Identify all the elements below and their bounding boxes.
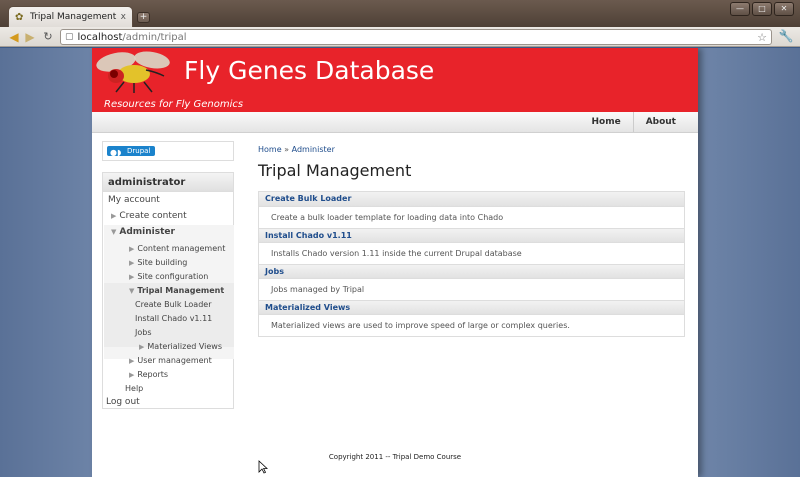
primary-nav: Home About: [92, 112, 698, 133]
page-footer: Copyright 2011 -- Tripal Demo Course: [328, 453, 462, 461]
menu-user-management[interactable]: ▶ User management: [129, 356, 212, 365]
nav-home[interactable]: Home: [579, 112, 632, 132]
menu-my-account[interactable]: My account: [108, 195, 160, 205]
expand-arrow-icon: ▶: [129, 371, 135, 379]
window-controls: — □ ✕: [730, 2, 794, 16]
menu-jobs[interactable]: Jobs: [135, 328, 152, 337]
menu-administer[interactable]: ▼ Administer: [111, 227, 175, 237]
nav-about[interactable]: About: [632, 112, 688, 132]
admin-item-description: Materialized views are used to improve s…: [271, 321, 570, 330]
new-tab-button[interactable]: +: [137, 12, 150, 23]
admin-item-jobs[interactable]: Jobs: [259, 264, 684, 279]
site-slogan: Resources for Fly Genomics: [104, 99, 244, 110]
menu-log-out[interactable]: Log out: [106, 397, 140, 407]
expand-arrow-icon: ▶: [129, 357, 135, 365]
site-name[interactable]: Fly Genes Database: [184, 56, 434, 85]
bookmark-star-icon[interactable]: ☆: [757, 31, 771, 44]
address-bar[interactable]: ▢ localhost/admin/tripal ☆: [60, 29, 772, 45]
admin-item-install-chado[interactable]: Install Chado v1.11: [259, 228, 684, 243]
breadcrumb: Home » Administer: [258, 145, 335, 154]
admin-item-description: Create a bulk loader template for loadin…: [271, 213, 504, 222]
powered-by-block: ●◗ Drupal: [102, 141, 234, 161]
close-window-icon[interactable]: ✕: [774, 2, 794, 16]
admin-item-description: Jobs managed by Tripal: [271, 285, 365, 294]
back-icon[interactable]: ◀: [6, 29, 22, 45]
maximize-icon[interactable]: □: [752, 2, 772, 16]
site-header: Fly Genes Database Resources for Fly Gen…: [92, 48, 698, 112]
menu-install-chado[interactable]: Install Chado v1.11: [135, 314, 212, 323]
minimize-icon[interactable]: —: [730, 2, 750, 16]
browser-viewport: Fly Genes Database Resources for Fly Gen…: [0, 48, 800, 477]
wrench-menu-icon[interactable]: 🔧: [777, 29, 795, 45]
page-title: Tripal Management: [258, 161, 412, 180]
expand-arrow-icon: ▶: [139, 343, 145, 351]
breadcrumb-administer[interactable]: Administer: [292, 145, 335, 154]
menu-site-building[interactable]: ▶ Site building: [129, 258, 187, 267]
menu-help[interactable]: Help: [125, 384, 143, 393]
drupal-drop-icon: ●◗: [110, 148, 122, 157]
url-text: localhost/admin/tripal: [77, 31, 187, 43]
admin-item-materialized-views[interactable]: Materialized Views: [259, 300, 684, 315]
expand-arrow-icon: ▶: [129, 245, 135, 253]
collapse-arrow-icon: ▼: [129, 287, 135, 295]
menu-reports[interactable]: ▶ Reports: [129, 370, 168, 379]
forward-icon[interactable]: ▶: [22, 29, 38, 45]
menu-tripal-management[interactable]: ▼ Tripal Management: [129, 286, 224, 295]
admin-item-list: Create Bulk Loader Create a bulk loader …: [258, 191, 685, 337]
breadcrumb-separator: »: [284, 145, 290, 154]
tab-close-icon[interactable]: x: [121, 12, 126, 22]
menu-site-configuration[interactable]: ▶ Site configuration: [129, 272, 208, 281]
tab-title: Tripal Management | ...: [30, 12, 117, 22]
collapse-arrow-icon: ▼: [111, 228, 117, 236]
menu-create-content[interactable]: ▶ Create content: [111, 211, 187, 221]
admin-item-create-bulk-loader[interactable]: Create Bulk Loader: [259, 192, 684, 207]
user-menu-heading: administrator: [103, 173, 233, 192]
mouse-cursor-icon: [258, 460, 268, 474]
menu-content-management[interactable]: ▶ Content management: [129, 244, 225, 253]
favicon-icon: ✿: [15, 11, 24, 23]
browser-titlebar: ✿ Tripal Management | ... x + — □ ✕: [0, 0, 800, 27]
menu-create-bulk-loader[interactable]: Create Bulk Loader: [135, 300, 211, 309]
fly-logo-icon[interactable]: [94, 50, 176, 94]
reload-icon[interactable]: ↻: [40, 29, 56, 45]
page-container: Fly Genes Database Resources for Fly Gen…: [92, 48, 698, 477]
page-icon: ▢: [65, 32, 74, 42]
browser-toolbar: ◀ ▶ ↻ ▢ localhost/admin/tripal ☆ 🔧: [0, 27, 800, 47]
expand-arrow-icon: ▶: [111, 212, 117, 220]
drupal-badge[interactable]: ●◗ Drupal: [107, 146, 155, 157]
admin-item-description: Installs Chado version 1.11 inside the c…: [271, 249, 522, 258]
menu-materialized-views[interactable]: ▶ Materialized Views: [139, 342, 222, 351]
user-menu-block: administrator My account ▶ Create content…: [102, 172, 234, 409]
expand-arrow-icon: ▶: [129, 259, 135, 267]
breadcrumb-home[interactable]: Home: [258, 145, 282, 154]
expand-arrow-icon: ▶: [129, 273, 135, 281]
browser-tab[interactable]: ✿ Tripal Management | ... x: [8, 6, 133, 27]
